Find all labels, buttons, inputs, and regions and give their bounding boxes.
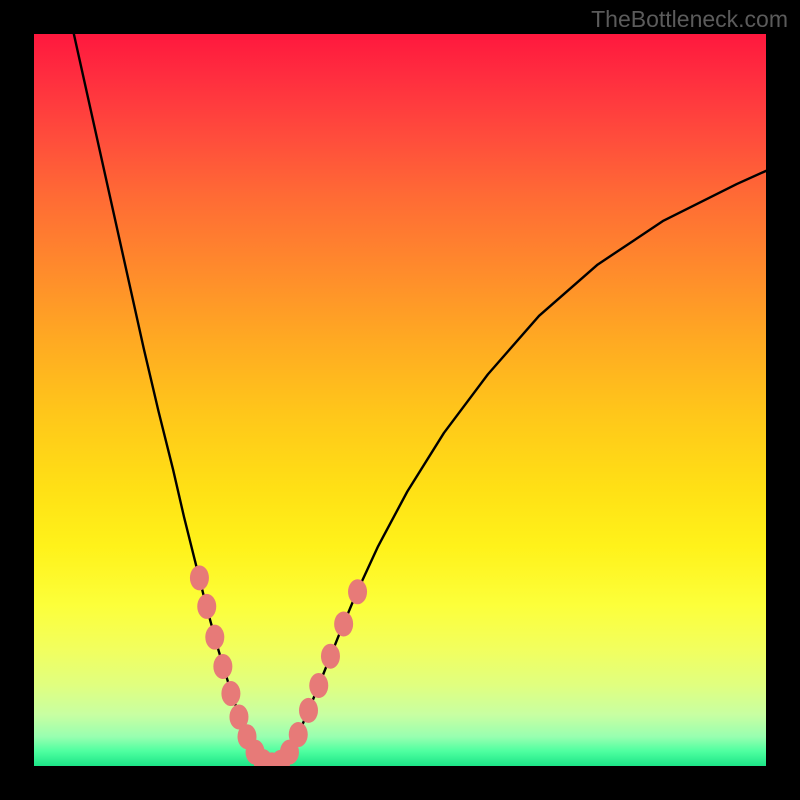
data-marker: [309, 673, 328, 698]
chart-frame: TheBottleneck.com: [0, 0, 800, 800]
attribution-label: TheBottleneck.com: [591, 6, 788, 33]
plot-area: [34, 34, 766, 766]
data-markers: [190, 565, 367, 766]
chart-svg: [34, 34, 766, 766]
data-marker: [190, 565, 209, 590]
data-marker: [197, 594, 216, 619]
data-marker: [299, 698, 318, 723]
data-marker: [334, 611, 353, 636]
data-marker: [321, 644, 340, 669]
bottleneck-curve: [71, 34, 766, 765]
data-marker: [221, 681, 240, 706]
data-marker: [205, 625, 224, 650]
data-marker: [213, 654, 232, 679]
data-marker: [289, 722, 308, 747]
data-marker: [348, 579, 367, 604]
